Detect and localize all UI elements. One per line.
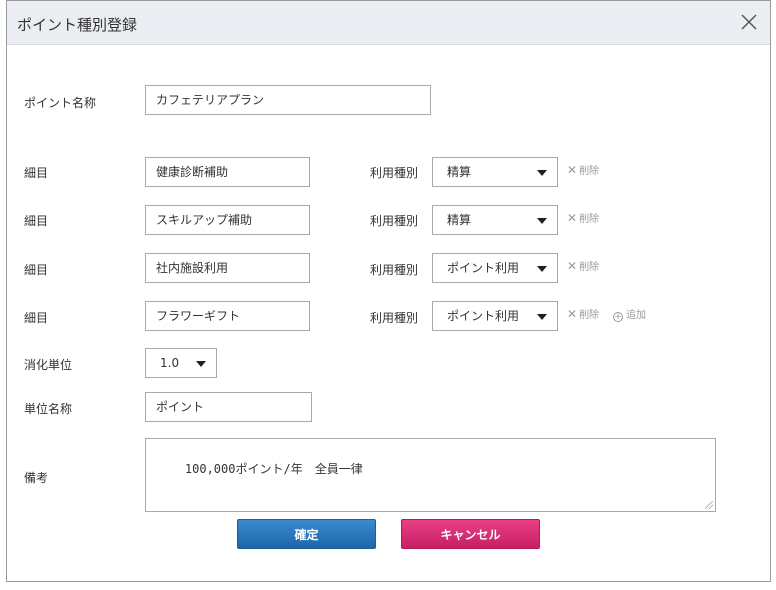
item-name-input[interactable]: 社内施設利用 [145, 253, 310, 283]
usage-type-label: 利用種別 [370, 214, 419, 228]
chevron-down-icon [537, 170, 547, 176]
confirm-button[interactable]: 確定 [237, 519, 376, 549]
usage-type-select[interactable]: 精算 [432, 205, 558, 235]
resize-handle-icon[interactable] [705, 501, 713, 509]
usage-type-value: ポイント利用 [447, 261, 520, 275]
usage-type-select[interactable]: ポイント利用 [432, 253, 558, 283]
usage-type-label: 利用種別 [370, 166, 419, 180]
dialog-header: ポイント種別登録 [7, 1, 770, 45]
item-label: 細目 [24, 166, 49, 180]
item-label: 細目 [24, 214, 49, 228]
close-icon: ✕ [567, 307, 578, 321]
item-name-input[interactable]: スキルアップ補助 [145, 205, 310, 235]
add-row-button[interactable]: + 追加 [613, 306, 646, 322]
close-icon[interactable] [738, 11, 760, 33]
chevron-down-icon [537, 218, 547, 224]
close-icon: ✕ [567, 211, 578, 225]
consumption-unit-value: 1.0 [160, 356, 180, 370]
delete-row-button[interactable]: ✕ 削除 [567, 258, 599, 273]
chevron-down-icon [196, 361, 206, 367]
delete-row-button[interactable]: ✕ 削除 [567, 210, 599, 225]
usage-type-label: 利用種別 [370, 263, 419, 277]
usage-type-label: 利用種別 [370, 311, 419, 325]
cancel-button[interactable]: キャンセル [401, 519, 540, 549]
usage-type-value: 精算 [447, 165, 472, 179]
delete-row-button[interactable]: ✕ 削除 [567, 162, 599, 177]
delete-row-button[interactable]: ✕ 削除 [567, 306, 599, 321]
point-name-input[interactable]: カフェテリアプラン [145, 85, 431, 115]
remarks-text: 100,000ポイント/年 全員一律 [184, 462, 363, 476]
point-name-label: ポイント名称 [24, 96, 97, 110]
usage-type-value: ポイント利用 [447, 309, 520, 323]
close-icon: ✕ [567, 259, 578, 273]
item-label: 細目 [24, 311, 49, 325]
unit-name-input[interactable]: ポイント [145, 392, 312, 422]
remarks-textarea[interactable]: 100,000ポイント/年 全員一律 [145, 438, 716, 512]
item-name-input[interactable]: フラワーギフト [145, 301, 310, 331]
item-name-input[interactable]: 健康診断補助 [145, 157, 310, 187]
unit-name-label: 単位名称 [24, 402, 73, 416]
plus-icon: + [613, 312, 623, 322]
usage-type-select[interactable]: ポイント利用 [432, 301, 558, 331]
item-label: 細目 [24, 263, 49, 277]
remarks-label: 備考 [24, 471, 49, 485]
point-type-registration-dialog: ポイント種別登録 ポイント名称 カフェテリアプラン 細目 健康診断補助 利用種別… [6, 0, 771, 582]
chevron-down-icon [537, 314, 547, 320]
usage-type-select[interactable]: 精算 [432, 157, 558, 187]
chevron-down-icon [537, 266, 547, 272]
close-icon: ✕ [567, 163, 578, 177]
dialog-title: ポイント種別登録 [17, 16, 138, 34]
usage-type-value: 精算 [447, 213, 472, 227]
consumption-unit-select[interactable]: 1.0 [145, 348, 217, 378]
consumption-unit-label: 消化単位 [24, 358, 73, 372]
